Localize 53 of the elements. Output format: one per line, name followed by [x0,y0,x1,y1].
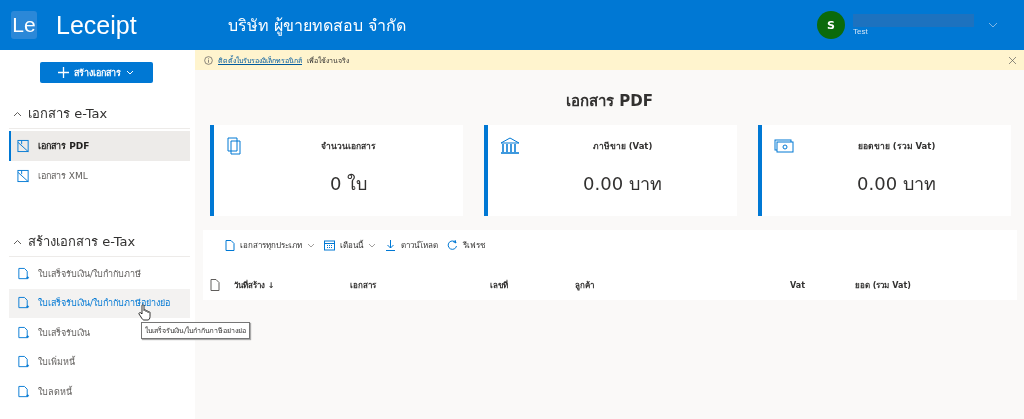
column-header[interactable]: เอกสาร [350,278,490,292]
column-header[interactable]: Vat [790,280,855,290]
section-title: เอกสาร e-Tax [28,105,108,123]
refresh-icon [447,239,458,251]
caret-icon [307,242,315,248]
caret-icon [126,70,134,75]
card-value: 0.00 บาท [583,172,662,196]
nav-item[interactable]: ใบลดหนี้ [9,377,190,407]
logo-mark: Le [11,11,37,39]
nav-item[interactable]: ใบเสร็จรับเงิน/ใบกำกับภาษี [9,259,190,289]
calendar-icon [324,239,335,251]
nav-item[interactable]: เอกสาร XML [9,161,190,191]
card-value: 0 ใบ [329,172,368,196]
toolbar-button[interactable]: เอกสารทุกประเภท [224,238,315,252]
card-label: ภาษีขาย (Vat) [592,140,653,153]
toolbar-button[interactable]: ดาวน์โหลด [385,238,438,252]
user-subtitle: Test [853,27,869,36]
column-header[interactable]: ลูกค้า [575,278,790,292]
new-document-icon [17,296,30,311]
nav-item[interactable]: เอกสาร PDF [9,131,190,161]
app-name: Leceipt [56,10,138,40]
user-avatar[interactable]: S [817,11,845,39]
close-icon[interactable] [1009,56,1016,64]
new-document-icon [17,355,30,370]
new-document-icon [17,266,30,281]
plus-icon [58,67,69,78]
page-title: เอกสาร PDF [566,91,653,112]
column-header[interactable]: ยอด (รวม Vat) [855,278,965,292]
toolbar-button[interactable]: รีเฟรช [447,238,485,252]
card-value: 0.00 บาท [857,172,936,196]
column-header[interactable]: วันที่สร้าง ↓ [234,278,350,292]
card-label: ยอดขาย (รวม Vat) [857,140,936,153]
bank-icon [500,137,520,155]
column-header[interactable]: เลขที่ [490,278,575,292]
document-icon [17,139,30,153]
create-document-button[interactable]: สร้างเอกสาร [39,62,153,83]
toolbar-button[interactable]: เดือนนี้ [324,238,376,252]
company-name: บริษัท ผู้ขายทดสอบ จำกัด [228,14,407,38]
download-icon [385,239,396,251]
chevron-up-icon[interactable] [13,238,22,245]
caret-icon [368,242,376,248]
card-label: จำนวนเอกสาร [321,140,376,153]
nav-item[interactable]: ใบเพิ่มหนี้ [9,347,190,377]
nav-item[interactable]: ใบเสร็จรับเงิน/ใบกำกับภาษีอย่างย่อ [9,288,190,318]
document-icon [224,239,235,251]
info-icon [204,55,213,65]
section-title: สร้างเอกสาร e-Tax [28,233,136,251]
new-document-icon [17,384,30,399]
new-document-icon [17,325,30,340]
chevron-up-icon[interactable] [13,110,22,117]
document-icon [17,169,30,183]
file-icon [210,279,220,291]
banknote-icon [774,137,794,155]
